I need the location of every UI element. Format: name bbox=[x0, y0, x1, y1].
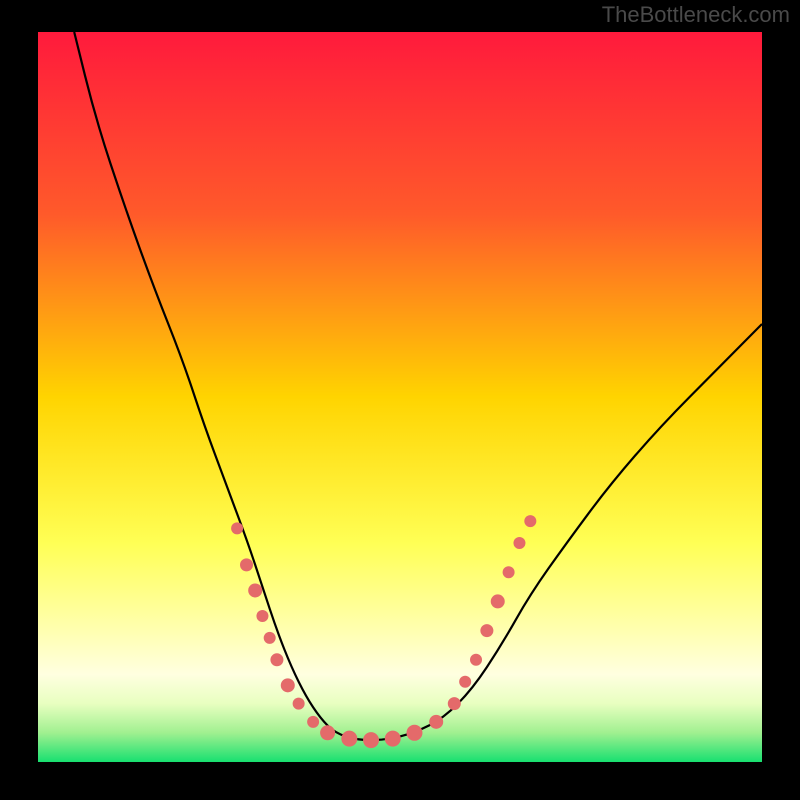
watermark-text: TheBottleneck.com bbox=[602, 2, 790, 28]
scatter-point bbox=[248, 583, 262, 597]
chart-frame: TheBottleneck.com bbox=[0, 0, 800, 800]
scatter-point bbox=[429, 715, 443, 729]
scatter-point bbox=[406, 725, 422, 741]
scatter-point bbox=[503, 566, 515, 578]
scatter-point bbox=[513, 537, 525, 549]
scatter-point bbox=[385, 731, 401, 747]
gradient-background bbox=[38, 32, 762, 762]
plot-area bbox=[38, 32, 762, 762]
chart-svg bbox=[38, 32, 762, 762]
scatter-point bbox=[459, 676, 471, 688]
scatter-point bbox=[480, 624, 493, 637]
scatter-point bbox=[231, 522, 243, 534]
scatter-point bbox=[307, 716, 319, 728]
scatter-point bbox=[491, 594, 505, 608]
scatter-point bbox=[524, 515, 536, 527]
scatter-point bbox=[270, 653, 283, 666]
scatter-point bbox=[470, 654, 482, 666]
scatter-point bbox=[363, 732, 379, 748]
scatter-point bbox=[293, 698, 305, 710]
scatter-point bbox=[448, 697, 461, 710]
scatter-point bbox=[256, 610, 268, 622]
scatter-point bbox=[281, 678, 295, 692]
scatter-point bbox=[341, 731, 357, 747]
scatter-point bbox=[240, 558, 253, 571]
scatter-point bbox=[320, 725, 335, 740]
scatter-point bbox=[264, 632, 276, 644]
